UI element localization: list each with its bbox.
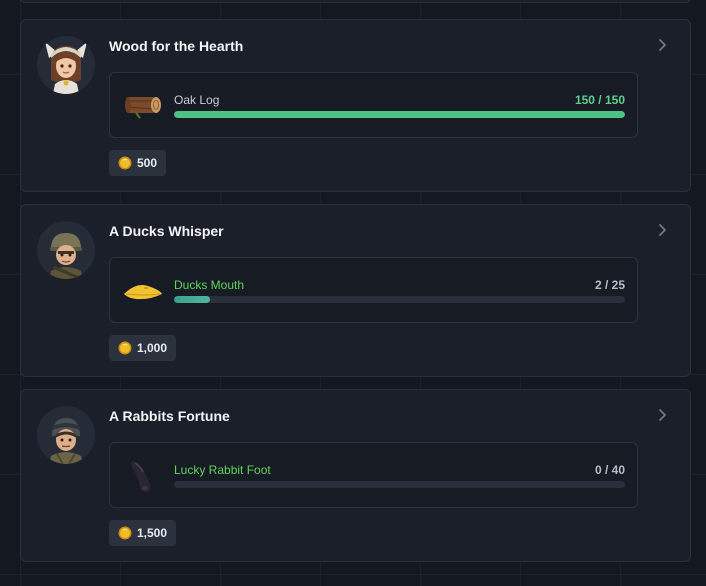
item-count: 0 / 40 bbox=[594, 463, 625, 477]
quest-title: A Rabbits Fortune bbox=[109, 408, 230, 424]
quest-card[interactable]: Wood for the Hearth Oak Log 150 / 150 50… bbox=[20, 19, 691, 192]
soldier-avatar-icon bbox=[37, 221, 95, 279]
quest-requirement: Oak Log 150 / 150 bbox=[109, 72, 638, 138]
quest-card[interactable]: A Ducks Whisper Ducks Mouth 2 / 25 1,000 bbox=[20, 204, 691, 377]
quest-requirement: Ducks Mouth 2 / 25 bbox=[109, 257, 638, 323]
coin-icon bbox=[118, 341, 132, 355]
reward-amount: 1,000 bbox=[137, 341, 168, 355]
viking-girl-avatar-icon bbox=[37, 36, 95, 94]
progress-bar bbox=[174, 296, 625, 303]
item-name: Ducks Mouth bbox=[174, 278, 245, 292]
coin-icon bbox=[118, 156, 132, 170]
item-name: Oak Log bbox=[174, 93, 220, 107]
chevron-right-icon[interactable] bbox=[656, 408, 670, 422]
progress-bar bbox=[174, 481, 625, 488]
quest-card[interactable]: A Rabbits Fortune Lucky Rabbit Foot 0 / … bbox=[20, 389, 691, 562]
item-name: Lucky Rabbit Foot bbox=[174, 463, 271, 477]
chevron-right-icon[interactable] bbox=[656, 38, 670, 52]
reward-badge: 500 bbox=[109, 150, 167, 176]
reward-badge: 1,500 bbox=[109, 520, 177, 546]
item-count: 150 / 150 bbox=[574, 93, 625, 107]
ranger-avatar-icon bbox=[37, 406, 95, 464]
reward-badge: 1,000 bbox=[109, 335, 177, 361]
coin-icon bbox=[118, 526, 132, 540]
reward-amount: 1,500 bbox=[137, 526, 168, 540]
quest-title: Wood for the Hearth bbox=[109, 38, 244, 54]
oak-log-icon bbox=[122, 87, 164, 123]
progress-bar-fill bbox=[174, 111, 625, 118]
item-count: 2 / 25 bbox=[594, 278, 625, 292]
chevron-right-icon[interactable] bbox=[656, 223, 670, 237]
reward-amount: 500 bbox=[137, 156, 158, 170]
quest-title: A Ducks Whisper bbox=[109, 223, 224, 239]
previous-quest-card-edge bbox=[20, 0, 691, 3]
progress-bar-fill bbox=[174, 296, 211, 303]
quest-requirement: Lucky Rabbit Foot 0 / 40 bbox=[109, 442, 638, 508]
rabbit-foot-icon bbox=[122, 457, 164, 493]
duck-bill-icon bbox=[122, 272, 164, 308]
progress-bar bbox=[174, 111, 625, 118]
